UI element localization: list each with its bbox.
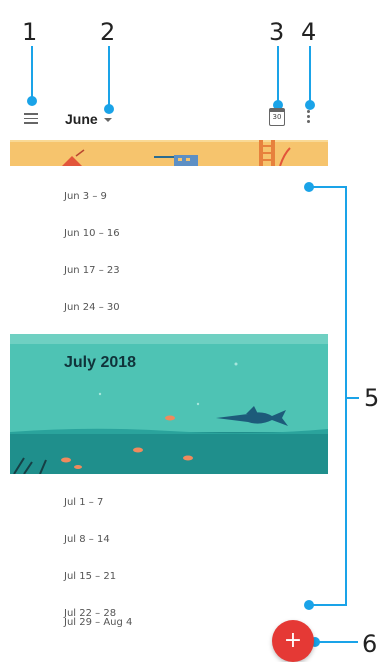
today-calendar-icon[interactable]: 30 [269, 108, 285, 126]
add-event-button[interactable]: + [272, 620, 314, 662]
plus-icon: + [283, 628, 303, 653]
callout-4-dot [305, 100, 315, 110]
week-item-jun-24[interactable]: Jun 24 – 30 [64, 302, 120, 313]
callout-3-line [277, 46, 279, 104]
july-banner: July 2018 [10, 334, 328, 474]
callout-5-dot-bottom [304, 600, 314, 610]
callout-4-line [309, 46, 311, 104]
callout-2: 2 [100, 18, 116, 46]
callout-1-dot [27, 96, 37, 106]
july-banner-title: July 2018 [64, 354, 137, 371]
month-label: June [65, 111, 98, 127]
menu-icon[interactable] [24, 112, 38, 124]
callout-6: 6 [362, 630, 378, 658]
month-selector[interactable]: June [65, 111, 112, 127]
june-banner [10, 140, 328, 166]
calendar-day-label: 30 [272, 113, 282, 121]
july-banner-illustration [10, 334, 328, 474]
callout-2-line [108, 46, 110, 108]
week-item-jul-15[interactable]: Jul 15 – 21 [64, 571, 116, 582]
more-options-icon[interactable] [307, 110, 311, 126]
week-item-jun-10[interactable]: Jun 10 – 16 [64, 228, 120, 239]
callout-1: 1 [22, 18, 38, 46]
week-item-jul-8[interactable]: Jul 8 – 14 [64, 534, 110, 545]
callout-5-line-top [309, 186, 346, 188]
chevron-down-icon [103, 118, 112, 123]
week-item-jul-1[interactable]: Jul 1 – 7 [64, 497, 103, 508]
callout-5: 5 [364, 384, 380, 412]
week-item-jul-29[interactable]: Jul 29 – Aug 4 [64, 617, 132, 628]
week-item-jun-17[interactable]: Jun 17 – 23 [64, 265, 120, 276]
callout-3: 3 [269, 18, 285, 46]
callout-1-line [31, 46, 33, 100]
callout-5-line-vertical [345, 186, 347, 606]
callout-4: 4 [301, 18, 317, 46]
week-item-jun-3[interactable]: Jun 3 – 9 [64, 191, 107, 202]
callout-5-line-label [345, 397, 359, 399]
june-banner-illustration [10, 140, 328, 166]
callout-5-line-bottom [309, 604, 347, 606]
